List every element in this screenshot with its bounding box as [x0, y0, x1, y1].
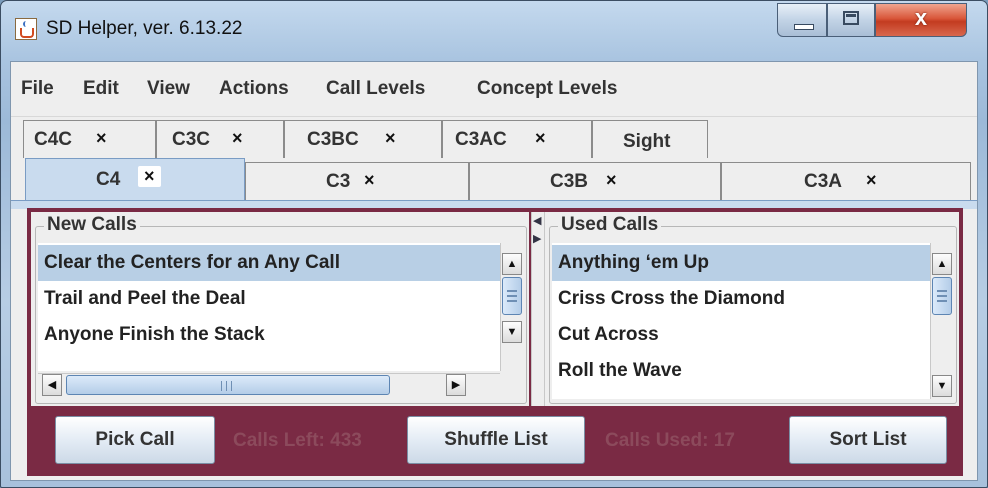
tab-c3[interactable]: C3 ×: [245, 162, 469, 200]
scroll-left-icon[interactable]: ◀: [42, 374, 62, 396]
tab-label: C3B: [550, 171, 589, 192]
tab-label: C4C: [34, 129, 73, 150]
maximize-button[interactable]: [827, 3, 875, 37]
list-item[interactable]: Roll the Wave: [552, 353, 930, 389]
collapse-left-icon[interactable]: ◀: [533, 214, 541, 227]
java-cup-icon[interactable]: [15, 18, 37, 40]
tab-c4[interactable]: C4 ×: [25, 158, 245, 200]
maximize-icon: [843, 11, 859, 25]
scroll-right-icon[interactable]: ▶: [446, 374, 466, 396]
tab-label: C3C: [172, 129, 211, 150]
tab-c3ac[interactable]: C3AC ×: [442, 120, 592, 158]
sort-list-button[interactable]: Sort List: [789, 416, 947, 464]
scroll-up-icon[interactable]: ▲: [502, 253, 522, 275]
tab-close-icon[interactable]: ×: [364, 170, 375, 191]
tab-label: C4: [96, 169, 121, 190]
tab-label: C3BC: [307, 129, 359, 150]
new-calls-panel: New Calls Clear the Centers for an Any C…: [31, 212, 529, 406]
scroll-thumb[interactable]: [932, 277, 952, 315]
list-item[interactable]: Clear the Centers for an Any Call: [38, 245, 500, 281]
title-bar[interactable]: SD Helper, ver. 6.13.22 x: [1, 1, 987, 61]
tab-label: C3A: [804, 171, 843, 192]
new-calls-title: New Calls: [44, 214, 140, 236]
close-icon: x: [914, 5, 928, 30]
menu-view[interactable]: View: [147, 78, 190, 100]
client-area: File Edit View Actions Call Levels Conce…: [10, 61, 978, 481]
scroll-up-icon[interactable]: ▲: [932, 253, 952, 275]
tab-close-icon[interactable]: ×: [138, 166, 161, 187]
tab-c3c[interactable]: C3C ×: [156, 120, 284, 158]
new-calls-group: New Calls Clear the Centers for an Any C…: [35, 214, 527, 404]
menu-edit[interactable]: Edit: [83, 78, 119, 100]
scroll-thumb[interactable]: [66, 375, 390, 395]
split-pane-divider[interactable]: ◀ ▶: [531, 212, 545, 406]
tab-close-icon[interactable]: ×: [385, 128, 396, 149]
calls-left-status: Calls Left: 433: [233, 430, 362, 451]
minimize-icon: [794, 24, 814, 30]
calls-used-status: Calls Used: 17: [605, 430, 735, 451]
tab-label: C3: [326, 171, 351, 192]
tab-c4c[interactable]: C4C ×: [23, 120, 156, 158]
tab-sight[interactable]: Sight: [592, 120, 708, 158]
list-item[interactable]: Trail and Peel the Deal: [38, 281, 500, 317]
tab-close-icon[interactable]: ×: [606, 170, 617, 191]
tab-c3bc[interactable]: C3BC ×: [284, 120, 442, 158]
window-title: SD Helper, ver. 6.13.22: [46, 18, 243, 39]
tab-label: C3AC: [455, 129, 507, 150]
scroll-thumb[interactable]: [502, 277, 522, 315]
used-calls-list[interactable]: Anything ‘em Up Criss Cross the Diamond …: [552, 243, 930, 399]
shuffle-list-button[interactable]: Shuffle List: [407, 416, 585, 464]
expand-right-icon[interactable]: ▶: [533, 232, 541, 245]
new-calls-vertical-scrollbar[interactable]: ▲ ▼: [500, 243, 523, 371]
tab-close-icon[interactable]: ×: [232, 128, 243, 149]
used-calls-group: Used Calls Anything ‘em Up Criss Cross t…: [549, 214, 957, 404]
menu-call-levels[interactable]: Call Levels: [326, 78, 425, 100]
used-calls-title: Used Calls: [558, 214, 662, 236]
used-calls-vertical-scrollbar[interactable]: ▲ ▼: [930, 243, 953, 399]
pick-call-button[interactable]: Pick Call: [55, 416, 215, 464]
list-item[interactable]: Criss Cross the Diamond: [552, 281, 930, 317]
tab-close-icon[interactable]: ×: [96, 128, 107, 149]
tab-close-icon[interactable]: ×: [866, 170, 877, 191]
close-button[interactable]: x: [875, 3, 967, 37]
new-calls-horizontal-scrollbar[interactable]: ◀ ▶: [38, 373, 500, 396]
app-window: SD Helper, ver. 6.13.22 x File Edit View…: [0, 0, 988, 488]
minimize-button[interactable]: [777, 3, 827, 37]
new-calls-list[interactable]: Clear the Centers for an Any Call Trail …: [38, 243, 500, 371]
tab-c3a[interactable]: C3A ×: [721, 162, 971, 200]
tab-content: New Calls Clear the Centers for an Any C…: [27, 208, 963, 476]
menu-file[interactable]: File: [21, 78, 54, 100]
tab-c3b[interactable]: C3B ×: [469, 162, 721, 200]
tab-label: Sight: [623, 131, 671, 152]
used-calls-panel: Used Calls Anything ‘em Up Criss Cross t…: [545, 212, 959, 406]
menu-bar: File Edit View Actions Call Levels Conce…: [11, 62, 977, 117]
tab-close-icon[interactable]: ×: [535, 128, 546, 149]
list-item[interactable]: Cut Across: [552, 317, 930, 353]
scroll-down-icon[interactable]: ▼: [502, 321, 522, 343]
menu-concept-levels[interactable]: Concept Levels: [477, 78, 617, 100]
menu-actions[interactable]: Actions: [219, 78, 289, 100]
list-item[interactable]: Anyone Finish the Stack: [38, 317, 500, 353]
scroll-down-icon[interactable]: ▼: [932, 375, 952, 397]
list-item[interactable]: Anything ‘em Up: [552, 245, 930, 281]
